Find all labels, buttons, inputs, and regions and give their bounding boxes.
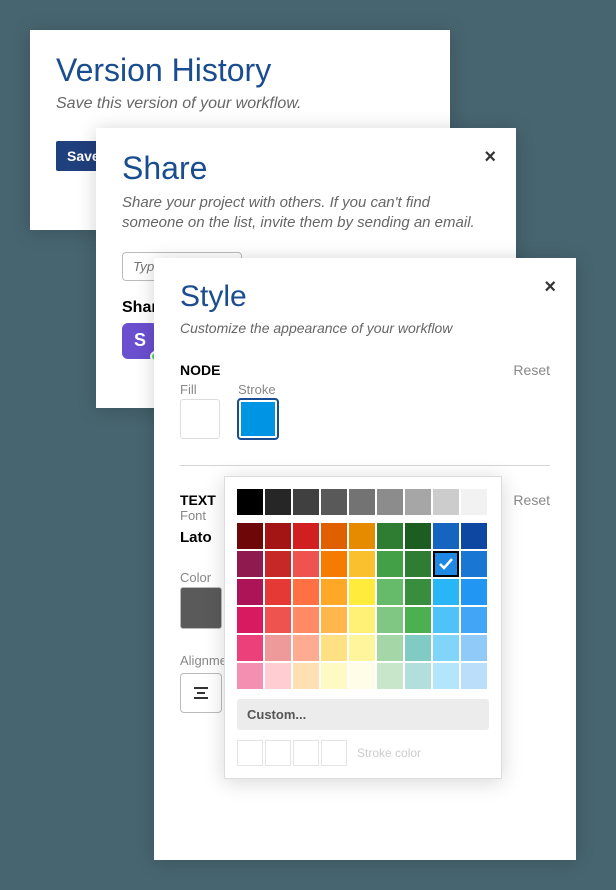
- close-icon[interactable]: ×: [484, 146, 496, 169]
- style-subtitle: Customize the appearance of your workflo…: [180, 320, 550, 336]
- version-history-subtitle: Save this version of your workflow.: [56, 95, 424, 113]
- color-swatch[interactable]: [265, 523, 291, 549]
- color-swatch[interactable]: [377, 489, 403, 515]
- color-swatch[interactable]: [265, 635, 291, 661]
- color-swatch[interactable]: [377, 635, 403, 661]
- color-swatch[interactable]: [265, 579, 291, 605]
- color-swatch[interactable]: [293, 579, 319, 605]
- color-swatch[interactable]: [237, 663, 263, 689]
- custom-color-button[interactable]: Custom...: [237, 699, 489, 730]
- color-swatch[interactable]: [321, 523, 347, 549]
- color-swatch[interactable]: [321, 635, 347, 661]
- color-swatch[interactable]: [265, 663, 291, 689]
- color-grid: [237, 523, 489, 689]
- color-swatch[interactable]: [377, 607, 403, 633]
- color-swatch[interactable]: [461, 523, 487, 549]
- color-swatch[interactable]: [237, 489, 263, 515]
- color-swatch[interactable]: [293, 663, 319, 689]
- style-title: Style: [180, 280, 550, 314]
- color-picker-popover: Custom... Stroke color: [224, 476, 502, 779]
- color-swatch[interactable]: [405, 635, 431, 661]
- share-subtitle: Share your project with others. If you c…: [122, 193, 490, 234]
- align-center-button[interactable]: [180, 673, 222, 713]
- divider: [180, 465, 550, 466]
- recent-colors-row: Stroke color: [237, 740, 489, 766]
- color-swatch[interactable]: [377, 523, 403, 549]
- close-icon[interactable]: ×: [544, 276, 556, 299]
- color-swatch[interactable]: [321, 489, 347, 515]
- color-swatch[interactable]: [237, 551, 263, 577]
- color-swatch[interactable]: [349, 635, 375, 661]
- color-swatch[interactable]: [461, 551, 487, 577]
- version-history-title: Version History: [56, 52, 424, 89]
- recent-color-swatch[interactable]: [321, 740, 347, 766]
- color-swatch[interactable]: [433, 635, 459, 661]
- color-swatch[interactable]: [349, 523, 375, 549]
- color-swatch[interactable]: [237, 579, 263, 605]
- recent-color-swatch[interactable]: [293, 740, 319, 766]
- align-center-icon: [192, 686, 210, 700]
- color-swatch[interactable]: [461, 579, 487, 605]
- color-swatch[interactable]: [349, 579, 375, 605]
- color-swatch[interactable]: [433, 579, 459, 605]
- color-swatch[interactable]: [405, 579, 431, 605]
- color-swatch[interactable]: [461, 635, 487, 661]
- color-swatch[interactable]: [433, 663, 459, 689]
- recent-color-swatch[interactable]: [237, 740, 263, 766]
- reset-text-button[interactable]: Reset: [513, 492, 550, 508]
- color-swatch[interactable]: [377, 663, 403, 689]
- color-swatch[interactable]: [405, 607, 431, 633]
- reset-node-button[interactable]: Reset: [513, 362, 550, 378]
- stroke-label: Stroke: [238, 382, 278, 397]
- color-swatch[interactable]: [433, 607, 459, 633]
- color-swatch[interactable]: [461, 607, 487, 633]
- color-swatch[interactable]: [433, 523, 459, 549]
- avatar[interactable]: S: [122, 323, 158, 359]
- color-swatch[interactable]: [405, 663, 431, 689]
- node-section-title: NODE: [180, 362, 220, 378]
- color-swatch[interactable]: [293, 551, 319, 577]
- color-swatch[interactable]: [293, 635, 319, 661]
- stroke-color-swatch[interactable]: [238, 399, 278, 439]
- color-swatch[interactable]: [349, 489, 375, 515]
- text-section-title: TEXT: [180, 492, 216, 508]
- color-swatch[interactable]: [293, 489, 319, 515]
- color-swatch[interactable]: [405, 489, 431, 515]
- color-swatch[interactable]: [321, 607, 347, 633]
- fill-label: Fill: [180, 382, 220, 397]
- color-swatch[interactable]: [461, 663, 487, 689]
- color-swatch[interactable]: [265, 551, 291, 577]
- color-swatch[interactable]: [237, 523, 263, 549]
- text-color-swatch[interactable]: [180, 587, 222, 629]
- color-swatch[interactable]: [405, 523, 431, 549]
- color-swatch[interactable]: [461, 489, 487, 515]
- color-swatch[interactable]: [349, 551, 375, 577]
- stroke-color-placeholder: Stroke color: [357, 746, 421, 760]
- color-swatch[interactable]: [377, 551, 403, 577]
- color-swatch[interactable]: [237, 607, 263, 633]
- color-swatch[interactable]: [433, 551, 459, 577]
- color-swatch[interactable]: [321, 579, 347, 605]
- recent-color-swatch[interactable]: [265, 740, 291, 766]
- fill-color-swatch[interactable]: [180, 399, 220, 439]
- color-swatch[interactable]: [321, 663, 347, 689]
- color-swatch[interactable]: [377, 579, 403, 605]
- grayscale-row: [237, 489, 489, 515]
- color-swatch[interactable]: [321, 551, 347, 577]
- checkmark-icon: [437, 555, 455, 573]
- color-swatch[interactable]: [349, 607, 375, 633]
- color-swatch[interactable]: [405, 551, 431, 577]
- avatar-initial: S: [134, 330, 146, 351]
- color-swatch[interactable]: [433, 489, 459, 515]
- color-swatch[interactable]: [349, 663, 375, 689]
- color-swatch[interactable]: [293, 523, 319, 549]
- color-swatch[interactable]: [265, 607, 291, 633]
- color-swatch[interactable]: [293, 607, 319, 633]
- color-swatch[interactable]: [237, 635, 263, 661]
- share-title: Share: [122, 150, 490, 187]
- color-swatch[interactable]: [265, 489, 291, 515]
